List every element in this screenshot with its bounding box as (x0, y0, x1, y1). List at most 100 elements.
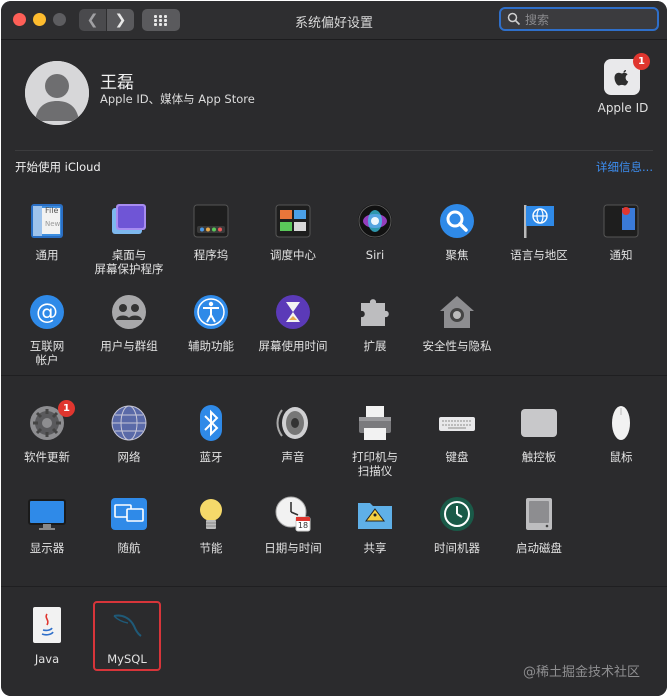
pane-network[interactable]: 网络 (88, 404, 170, 464)
search-icon (507, 12, 521, 26)
pane-label: 用户与群组 (100, 339, 158, 353)
pane-label: 网络 (117, 450, 141, 464)
user-silhouette-icon (25, 61, 89, 125)
icloud-details-link[interactable]: 详细信息... (596, 159, 653, 175)
house-lock-icon (438, 293, 476, 331)
search-field[interactable] (499, 7, 659, 31)
trackpad-icon (520, 404, 558, 442)
mouse-icon (602, 404, 640, 442)
pane-dock[interactable]: 程序坞 (170, 202, 252, 262)
pane-label: 随航 (117, 541, 141, 555)
pane-software-update[interactable]: 1 软件更新 (6, 400, 88, 464)
pane-label: Siri (365, 248, 385, 262)
pane-label: 显示器 (29, 541, 65, 555)
pane-label: 语言与地区 (510, 248, 568, 262)
pane-label: 软件更新 (24, 450, 70, 464)
pane-label: 触控板 (521, 450, 557, 464)
users-icon (110, 293, 148, 331)
bluetooth-icon (192, 404, 230, 442)
pane-energy-saver[interactable]: 节能 (170, 495, 252, 555)
pane-keyboard[interactable]: 键盘 (416, 404, 498, 464)
user-name: 王磊 (100, 73, 134, 93)
pane-sound[interactable]: 声音 (252, 404, 334, 464)
pane-notifications[interactable]: 通知 (580, 202, 662, 262)
general-new-label: New (45, 220, 61, 228)
pane-security-privacy[interactable]: 安全性与隐私 (416, 293, 498, 353)
system-preferences-window: ❮ ❯ 系统偏好设置 王磊 Apple ID、媒体与 App Store 1 A… (1, 1, 667, 696)
pane-label: 通用 (35, 248, 59, 262)
pane-desktop-screensaver[interactable]: 桌面与 屏幕保护程序 (88, 202, 170, 276)
java-icon (28, 606, 66, 644)
pane-java[interactable]: Java (6, 606, 88, 666)
update-badge: 1 (58, 400, 75, 417)
pane-mysql[interactable]: MySQL (86, 606, 168, 666)
icloud-banner: 开始使用 iCloud 详细信息... (15, 150, 653, 181)
pane-extensions[interactable]: 扩展 (334, 293, 416, 353)
pane-startup-disk[interactable]: 启动磁盘 (498, 495, 580, 555)
hard-disk-icon (520, 495, 558, 533)
pane-mouse[interactable]: 鼠标 (580, 404, 662, 464)
printer-icon (356, 404, 394, 442)
watermark: @稀土掘金技术社区 (523, 665, 641, 680)
pane-bluetooth[interactable]: 蓝牙 (170, 404, 252, 464)
clock-calendar-icon: 18 (274, 495, 312, 533)
pane-label: 节能 (199, 541, 223, 555)
pane-label: 程序坞 (193, 248, 229, 262)
notifications-icon (602, 202, 640, 240)
pane-label: 互联网 帐户 (29, 339, 65, 367)
pane-sharing[interactable]: 共享 (334, 495, 416, 555)
apple-id-label: Apple ID (597, 101, 649, 115)
pane-label: 鼠标 (609, 450, 633, 464)
pane-accessibility[interactable]: 辅助功能 (170, 293, 252, 353)
title-bar: ❮ ❯ 系统偏好设置 (1, 1, 667, 40)
pane-mission-control[interactable]: 调度中心 (252, 202, 334, 262)
pane-internet-accounts[interactable]: @ 互联网 帐户 (6, 293, 88, 367)
pane-label: 扩展 (363, 339, 387, 353)
hourglass-icon (274, 293, 312, 331)
pane-sidecar[interactable]: 随航 (88, 495, 170, 555)
pane-displays[interactable]: 显示器 (6, 495, 88, 555)
icloud-text: 开始使用 iCloud (15, 160, 101, 174)
lightbulb-icon (192, 495, 230, 533)
pane-language-region[interactable]: 语言与地区 (498, 202, 580, 262)
general-icon: File New (28, 202, 66, 240)
pane-printers-scanners[interactable]: 打印机与 扫描仪 (334, 404, 416, 478)
flag-globe-icon (520, 202, 558, 240)
pane-siri[interactable]: Siri (334, 202, 416, 262)
pane-label: 聚焦 (445, 248, 469, 262)
apple-id-badge: 1 (633, 53, 650, 70)
pane-label: 共享 (363, 541, 387, 555)
apple-id-pane[interactable]: 1 Apple ID (597, 53, 650, 117)
pane-label: 蓝牙 (199, 450, 223, 464)
pane-label: MySQL (107, 652, 147, 666)
gear-icon: 1 (28, 400, 75, 442)
pane-users-groups[interactable]: 用户与群组 (88, 293, 170, 353)
dock-icon (192, 202, 230, 240)
at-sign-icon: @ (28, 293, 66, 331)
pane-label: 调度中心 (270, 248, 316, 262)
spotlight-icon (438, 202, 476, 240)
pane-label: 声音 (281, 450, 305, 464)
accessibility-icon (192, 293, 230, 331)
pane-label: 日期与时间 (264, 541, 322, 555)
pane-screen-time[interactable]: 屏幕使用时间 (252, 293, 334, 353)
pane-label: Java (34, 652, 60, 666)
pane-date-time[interactable]: 18 日期与时间 (252, 495, 334, 555)
search-input[interactable] (523, 10, 655, 30)
avatar[interactable] (25, 61, 89, 125)
svg-text:@: @ (36, 300, 58, 325)
globe-icon (110, 404, 148, 442)
speaker-icon (274, 404, 312, 442)
pane-trackpad[interactable]: 触控板 (498, 404, 580, 464)
siri-icon (356, 202, 394, 240)
pane-time-machine[interactable]: 时间机器 (416, 495, 498, 555)
keyboard-icon (438, 404, 476, 442)
mysql-dolphin-icon (108, 606, 146, 644)
pane-label: 时间机器 (434, 541, 480, 555)
desktop-screensaver-icon (110, 202, 148, 240)
sharing-folder-icon (356, 495, 394, 533)
pane-spotlight[interactable]: 聚焦 (416, 202, 498, 262)
pane-general[interactable]: File New 通用 (6, 202, 88, 262)
pane-label: 屏幕使用时间 (258, 339, 328, 353)
pane-label: 安全性与隐私 (422, 339, 492, 353)
